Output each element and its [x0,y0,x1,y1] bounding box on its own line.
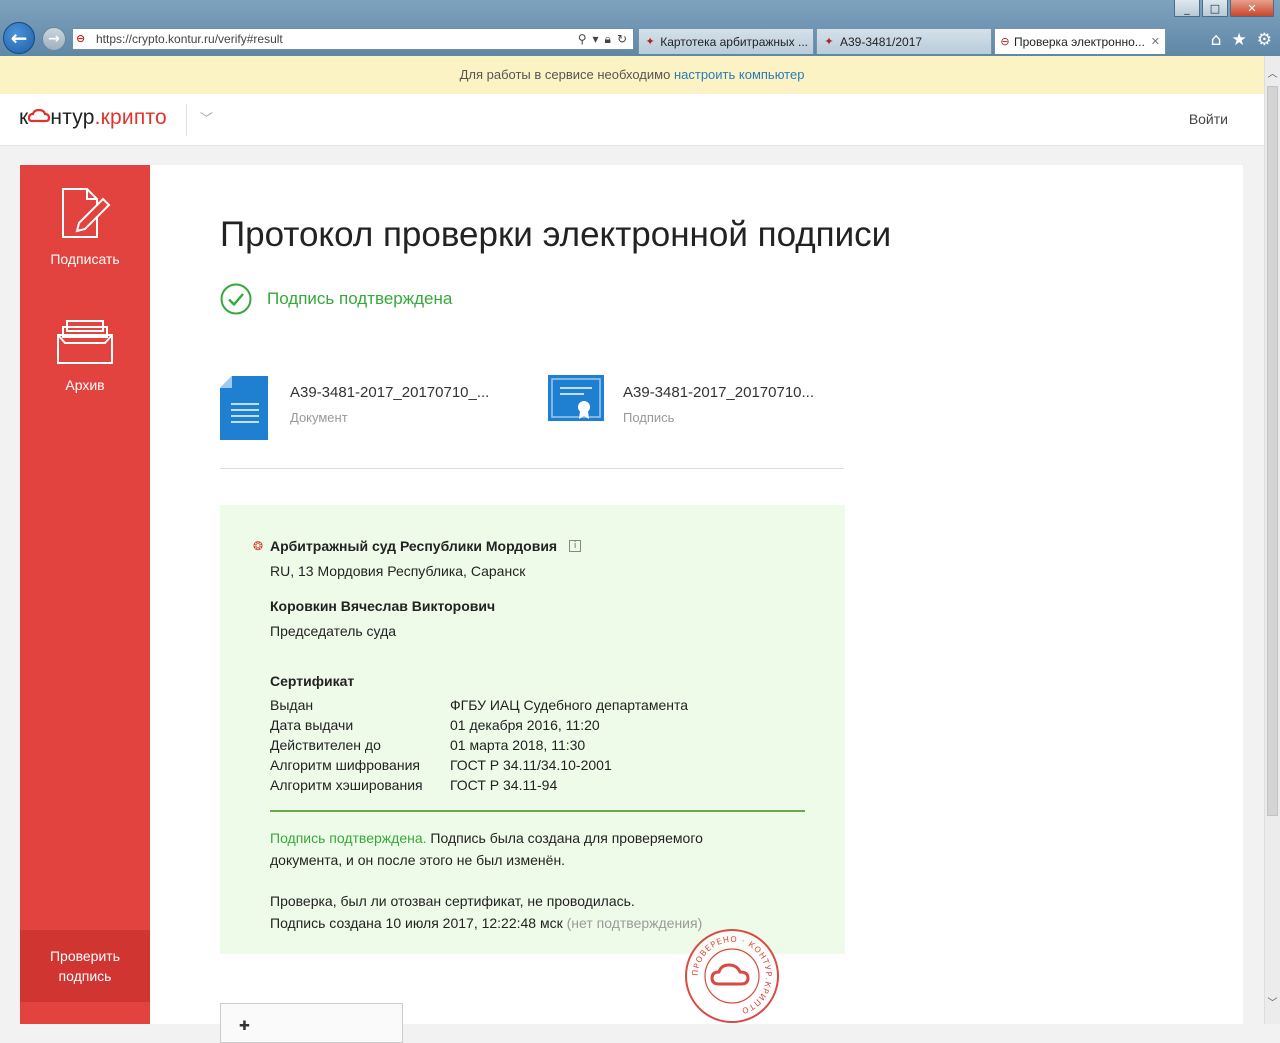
signature-file[interactable]: А39-3481-2017_20170710... Подпись [548,375,844,441]
result-divider [270,810,805,812]
emblem-icon: ✦ [645,35,655,48]
archive-box-icon [57,320,113,364]
files-row: А39-3481-2017_20170710_... Документ А39-… [220,375,844,469]
revocation-message: Проверка, был ли отозван сертификат, не … [270,893,635,909]
verification-result-panel: ❂ Арбитражный суд Республики Мордовия i … [220,505,845,954]
arrow-right-icon: → [48,31,60,47]
scroll-up-icon[interactable]: ︿ [1265,66,1280,83]
close-button[interactable]: ✕ [1230,0,1274,17]
address-bar[interactable]: ⊖ https://crypto.kontur.ru/verify#result… [72,28,634,50]
lock-icon[interactable]: 🔒︎ [605,32,611,47]
setup-infobar: Для работы в сервисе необходимо настроит… [0,56,1264,94]
site-favicon-icon: ⊖ [76,32,86,45]
sidebar-item-sign[interactable]: Подписать [20,185,150,267]
close-tab-icon[interactable]: ✕ [1151,35,1160,48]
document-pen-icon [62,188,111,238]
home-icon[interactable]: ⌂ [1211,30,1222,50]
signer-name: Коровкин Вячеслав Викторович [270,598,496,614]
organization-address: RU, 13 Мордовия Республика, Саранск [270,563,526,579]
main-card: Протокол проверки электронной подписи По… [150,165,1243,1043]
search-icon[interactable]: ⚲ [578,32,587,47]
back-button[interactable]: ← [3,22,35,54]
gear-icon[interactable]: ⚙ [1257,30,1272,50]
favorites-star-icon[interactable]: ★ [1232,30,1247,50]
scrollbar-thumb[interactable] [1267,86,1278,816]
sidebar-item-archive[interactable]: Архив [20,315,150,393]
site-header: к нтур.крипто ﹀ Войти [0,94,1264,146]
maximize-button[interactable]: □ [1202,0,1228,17]
kontur-crypto-logo[interactable]: к нтур.крипто [19,106,167,130]
tab-case[interactable]: ✦ А39-3481/2017 [816,28,992,54]
integrity-message: Подпись подтверждена. Подпись была созда… [270,830,703,868]
emblem-icon: ✦ [824,35,834,48]
header-divider [186,104,187,136]
info-icon[interactable]: i [569,540,582,552]
sidebar-item-verify[interactable]: Проверить подпись [20,930,150,1002]
sidebar: Подписать Архив Проверить подпись [20,165,150,1024]
refresh-icon[interactable]: ↻ [617,32,627,47]
certificate-row: Дата выдачи 01 декабря 2016, 11:20 [270,717,600,733]
products-chevron-down-icon[interactable]: ﹀ [200,108,213,127]
setup-computer-link[interactable]: настроить компьютер [674,67,804,82]
arrow-left-icon: ← [10,26,28,50]
document-file-type: Документ [290,410,348,425]
certificate-heading: Сертификат [270,673,355,689]
logo-cloud-icon [28,108,51,123]
certificate-row: Алгоритм хэширования ГОСТ Р 34.11-94 [270,777,558,793]
signer-position: Председатель суда [270,623,397,639]
verification-status: Подпись подтверждена [220,283,452,315]
bottom-action-button[interactable]: ✚ [220,1003,403,1043]
window-controls: _ □ ✕ [1174,0,1274,18]
certificate-row: Выдан ФГБУ ИАЦ Судебного департамента [270,697,688,713]
tab-kartoteka[interactable]: ✦ Картотека арбитражных ... [638,28,814,54]
certificate-row: Действителен до 01 марта 2018, 11:30 [270,737,586,753]
dropdown-icon[interactable]: ▾ [593,32,599,47]
certificate-row: Алгоритм шифрования ГОСТ Р 34.11/34.10-2… [270,757,612,773]
document-file-name: А39-3481-2017_20170710_... [290,384,490,401]
document-file[interactable]: А39-3481-2017_20170710_... Документ [220,375,520,441]
page-scrollbar[interactable]: ︿ ﹀ [1264,56,1280,1024]
login-link[interactable]: Войти [1189,111,1228,127]
check-circle-icon [220,283,252,315]
site-favicon-icon: ⊖ [1000,35,1010,48]
signature-file-name: А39-3481-2017_20170710... [623,384,815,401]
browser-chrome: _ □ ✕ ← → ⊖ https://crypto.kontur.ru/ver… [0,0,1280,56]
verified-stamp-icon: ПРОВЕРЕНО · КОНТУР.КРИПТО [685,929,779,1023]
signature-file-type: Подпись [623,410,675,425]
document-icon [220,376,268,440]
tab-verify[interactable]: ⊖ Проверка электронно... ✕ [994,28,1166,54]
tab-strip: ✦ Картотека арбитражных ... ✦ А39-3481/2… [638,28,1166,54]
address-url[interactable]: https://crypto.kontur.ru/verify#result [96,32,283,46]
organization: ❂ Арбитражный суд Республики Мордовия i [253,538,582,554]
seal-badge-icon: ❂ [253,539,264,553]
forward-button[interactable]: → [42,27,66,51]
scroll-down-icon[interactable]: ﹀ [1265,995,1280,1012]
certificate-icon [548,375,604,421]
minimize-button[interactable]: _ [1174,0,1200,17]
page-title: Протокол проверки электронной подписи [220,215,892,254]
